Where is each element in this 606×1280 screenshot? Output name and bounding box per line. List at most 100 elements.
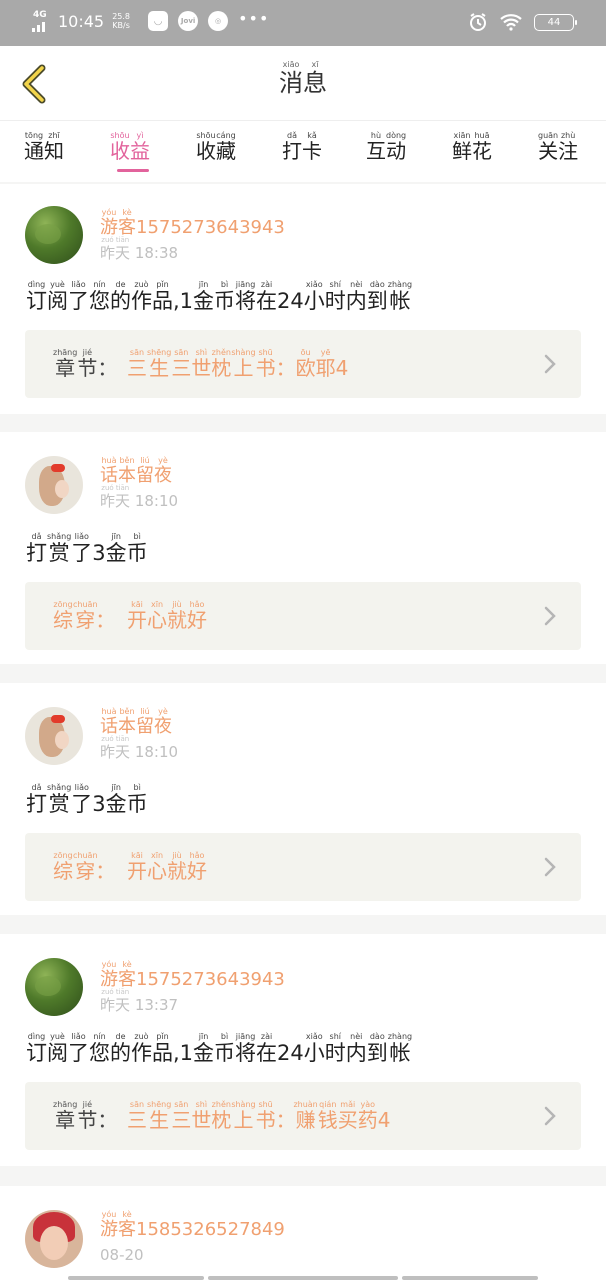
ruby-char: 鲜xiān bbox=[452, 131, 472, 163]
tab-shouyi[interactable]: 收shōu益yì bbox=[110, 131, 150, 164]
ruby-char: 赚zhuàn bbox=[293, 1100, 318, 1132]
avatar[interactable] bbox=[25, 707, 83, 765]
chapter-label: 综zōng穿chuān： bbox=[53, 600, 115, 633]
ruby-char: 章zhāng bbox=[53, 1100, 78, 1132]
ruby-char: 开kāi bbox=[127, 851, 147, 883]
ruby-char: 的de bbox=[110, 280, 131, 313]
plain-char: 24 bbox=[277, 289, 304, 313]
username[interactable]: 游yóu客kè1575273643943 bbox=[100, 208, 285, 239]
ruby-char: 小xiǎo bbox=[303, 1032, 325, 1065]
message-card: 游yóu客kè1585326527849 08-20 bbox=[0, 1186, 606, 1280]
tab-guanzhu[interactable]: 关guān注zhù bbox=[538, 131, 578, 164]
chapter-link[interactable]: 综zōng穿chuān： 开kāi心xīn就jiù好hǎo bbox=[25, 833, 581, 901]
ruby-char: 话huà bbox=[100, 456, 118, 486]
message-date: 昨zuó天tiān 18:10 bbox=[100, 735, 179, 761]
ruby-char: 品pǐn bbox=[152, 1032, 173, 1065]
ruby-char: 综zōng bbox=[53, 600, 73, 632]
status-bar: 4G 10:45 25.8 KB/s ◡ Jovi ◎ ••• 44 bbox=[0, 0, 606, 46]
ruby-char: 您nín bbox=[89, 280, 110, 313]
ruby-char: 到dào bbox=[366, 1032, 388, 1065]
tab-tongzhi[interactable]: 通tōng知zhī bbox=[24, 131, 64, 164]
chevron-right-icon bbox=[544, 354, 556, 374]
ruby-char: 世shì bbox=[191, 1100, 212, 1132]
ruby-char: 游yóu bbox=[100, 960, 118, 990]
plain-char: 24 bbox=[277, 1041, 304, 1065]
page-title: 消xiāo息xī bbox=[0, 60, 606, 98]
chevron-right-icon bbox=[544, 857, 556, 877]
plain-char: 3 bbox=[92, 541, 106, 565]
ruby-char: 币bì bbox=[126, 783, 148, 816]
avatar[interactable] bbox=[25, 958, 83, 1016]
avatar[interactable] bbox=[25, 456, 83, 514]
plain-char: ： bbox=[275, 356, 296, 380]
tab-bar: 通tōng知zhī 收shōu益yì 收shōu藏cáng 打dǎ卡kǎ 互hù动dòn… bbox=[0, 120, 606, 182]
ruby-char: 药yào bbox=[357, 1100, 378, 1132]
ruby-char: 客kè bbox=[118, 1210, 136, 1240]
ruby-char: 时shí bbox=[324, 1032, 346, 1065]
ruby-char: 注zhù bbox=[558, 131, 579, 163]
ruby-char: 游yóu bbox=[100, 208, 118, 238]
username[interactable]: 话huà本běn留liú夜yè bbox=[100, 456, 172, 487]
plain-char: 3 bbox=[92, 792, 106, 816]
avatar[interactable] bbox=[25, 1210, 83, 1268]
chapter-link[interactable]: 综zōng穿chuān： 开kāi心xīn就jiù好hǎo bbox=[25, 582, 581, 650]
username[interactable]: 话huà本běn留liú夜yè bbox=[100, 707, 172, 738]
ruby-char: 收shōu bbox=[196, 131, 216, 163]
ruby-char: 在zài bbox=[256, 280, 278, 313]
ruby-char: 就jiù bbox=[167, 600, 187, 632]
ruby-char: 生shēng bbox=[147, 1100, 172, 1132]
username[interactable]: 游yóu客kè1575273643943 bbox=[100, 960, 285, 991]
ruby-char: 本běn bbox=[118, 456, 136, 486]
chevron-right-icon bbox=[544, 606, 556, 626]
ruby-char: 昨zuó bbox=[100, 236, 116, 262]
ruby-char: 三sān bbox=[127, 1100, 147, 1132]
tab-daka[interactable]: 打dǎ卡kǎ bbox=[282, 131, 322, 164]
tab-shoucang[interactable]: 收shōu藏cáng bbox=[196, 131, 236, 164]
message-text: 打dǎ赏shǎng了liǎo3金jīn币bì bbox=[26, 783, 148, 818]
chapter-title: 三sān生shēng三sān世shì枕zhěn上shàng书shū：欧ōu耶yē… bbox=[127, 348, 348, 381]
ruby-char: 留liú bbox=[136, 456, 154, 486]
ruby-char: 作zuò bbox=[131, 280, 152, 313]
ruby-char: 本běn bbox=[118, 707, 136, 737]
ruby-char: 将jiāng bbox=[235, 280, 257, 313]
plain-char: ： bbox=[97, 1108, 118, 1132]
net-speed: 25.8 KB/s bbox=[112, 12, 131, 30]
tab-xianhua[interactable]: 鲜xiān花huā bbox=[452, 131, 492, 164]
message-date: 昨zuó天tiān 18:38 bbox=[100, 236, 179, 262]
ruby-char: 通tōng bbox=[24, 131, 44, 163]
ruby-char: 天tiān bbox=[115, 735, 131, 761]
ruby-char: 金jīn bbox=[193, 280, 215, 313]
ruby-char: 书shū bbox=[255, 1100, 276, 1132]
clock: 10:45 bbox=[58, 11, 105, 31]
more-notifications-icon: ••• bbox=[238, 8, 270, 28]
ruby-char: 留liú bbox=[136, 707, 154, 737]
ruby-char: 上shàng bbox=[231, 348, 256, 380]
avatar[interactable] bbox=[25, 206, 83, 264]
chapter-link[interactable]: 章zhāng节jié： 三sān生shēng三sān世shì枕zhěn上shàn… bbox=[25, 1082, 581, 1150]
plain-char: ： bbox=[97, 356, 118, 380]
ruby-char: 的de bbox=[110, 1032, 131, 1065]
message-date: 昨zuó天tiān 18:10 bbox=[100, 484, 179, 510]
wifi-icon bbox=[500, 14, 522, 31]
ruby-char: 了liǎo bbox=[71, 532, 93, 565]
ruby-char: 将jiāng bbox=[235, 1032, 257, 1065]
ruby-char: 了liǎo bbox=[68, 280, 89, 313]
ruby-char: 天tiān bbox=[115, 484, 131, 510]
battery-icon: 44 bbox=[534, 13, 577, 31]
ruby-char: 枕zhěn bbox=[211, 1100, 232, 1132]
tab-hudong[interactable]: 互hù动dòng bbox=[366, 131, 406, 164]
ruby-char: 阅yuè bbox=[47, 280, 68, 313]
ruby-char: 综zōng bbox=[53, 851, 73, 883]
plain-char: ,1 bbox=[173, 289, 194, 313]
ruby-char: 品pǐn bbox=[152, 280, 173, 313]
ruby-char: 昨zuó bbox=[100, 988, 116, 1014]
chapter-link[interactable]: 章zhāng节jié： 三sān生shēng三sān世shì枕zhěn上shàn… bbox=[25, 330, 581, 398]
message-date: 08-20 bbox=[100, 1246, 144, 1264]
ruby-char: 关guān bbox=[538, 131, 559, 163]
ruby-char: 益yì bbox=[130, 131, 150, 163]
chapter-label: 章zhāng节jié： bbox=[53, 1100, 117, 1133]
ruby-char: 节jié bbox=[77, 1100, 98, 1132]
app-header: 消xiāo息xī bbox=[0, 46, 606, 120]
plain-char: 4 bbox=[377, 1108, 391, 1132]
username[interactable]: 游yóu客kè1585326527849 bbox=[100, 1210, 285, 1241]
